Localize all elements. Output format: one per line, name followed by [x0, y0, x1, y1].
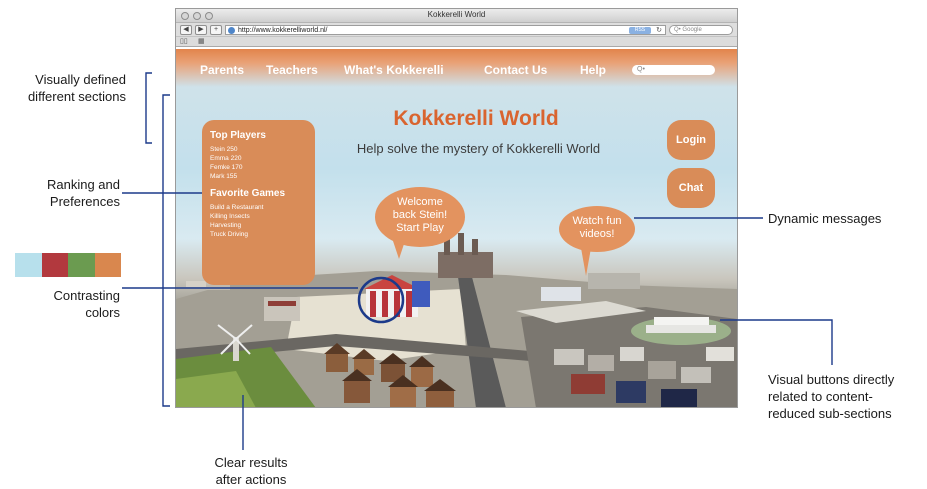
site-tagline: Help solve the mystery of Kokkerelli Wor…: [356, 141, 601, 156]
bookmarks-book-icon[interactable]: ▯▯: [180, 38, 188, 45]
annotation-ranking-line2: Preferences: [49, 194, 120, 209]
address-bar[interactable]: http://www.kokkerelliworld.nl/ RSS ↻: [225, 24, 666, 35]
annotation-visual-buttons-line1: Visual buttons directly: [768, 372, 895, 387]
annotation-ranking: Ranking and Preferences: [2, 176, 120, 210]
nav-whats-kokkerelli[interactable]: What's Kokkerelli: [344, 63, 444, 77]
browser-window: Kokkerelli World ◀ ▶ + http://www.kokker…: [175, 8, 738, 408]
annotation-clear-results-line2: after actions: [215, 472, 287, 487]
player-item[interactable]: Emma 220: [210, 154, 308, 163]
game-item[interactable]: Harvesting: [210, 221, 308, 230]
nav-contact-us[interactable]: Contact Us: [484, 63, 547, 77]
annotation-contrast-line1: Contrasting: [53, 288, 120, 303]
player-item[interactable]: Femke 170: [210, 163, 308, 172]
forward-button[interactable]: ▶: [195, 24, 207, 35]
site-title: Kokkerelli World: [393, 107, 559, 130]
top-navigation: Parents Teachers What's Kokkerelli Conta…: [176, 59, 737, 79]
nav-parents[interactable]: Parents: [200, 63, 244, 77]
annotation-dynamic-messages: Dynamic messages: [768, 210, 881, 227]
bookmarks-grid-icon[interactable]: ▦: [198, 38, 205, 45]
welcome-line1: Welcome: [397, 196, 443, 208]
welcome-line2: back Stein!: [392, 209, 448, 221]
swatch-green: [68, 253, 95, 277]
rss-badge[interactable]: RSS: [629, 26, 651, 34]
annotation-contrast-line2: colors: [85, 305, 120, 320]
nav-teachers[interactable]: Teachers: [266, 63, 318, 77]
globe-icon: [228, 26, 235, 34]
swatch-light-blue: [15, 253, 42, 277]
kokkerelli-page: Parents Teachers What's Kokkerelli Conta…: [176, 49, 737, 407]
bracket-body: [162, 94, 170, 407]
swatch-red: [41, 253, 68, 277]
add-bookmark-button[interactable]: +: [210, 24, 222, 35]
bracket-nav: [145, 72, 152, 144]
welcome-line3: Start Play: [396, 222, 444, 234]
nav-help[interactable]: Help: [580, 63, 606, 77]
videos-bubble[interactable]: Watch fun videos!: [559, 206, 635, 276]
annotation-clear-results: Clear results after actions: [195, 454, 307, 488]
videos-line2: videos!: [579, 228, 615, 240]
reload-icon[interactable]: ↻: [656, 26, 662, 35]
browser-titlebar: Kokkerelli World: [176, 9, 737, 23]
annotation-dynamic-messages-text: Dynamic messages: [768, 211, 882, 226]
annotation-visual-buttons: Visual buttons directly related to conte…: [768, 371, 894, 422]
annotation-contrast: Contrasting colors: [2, 287, 120, 321]
top-players-heading: Top Players: [210, 130, 266, 141]
player-item[interactable]: Mark 155: [210, 172, 308, 181]
site-search-input[interactable]: Q•: [632, 65, 715, 75]
left-building: [264, 297, 300, 321]
game-item[interactable]: Killing Insects: [210, 212, 308, 221]
browser-toolbar: ◀ ▶ + http://www.kokkerelliworld.nl/ RSS…: [176, 23, 737, 37]
annotation-visual-buttons-line3: reduced sub-sections: [768, 406, 892, 421]
window-title: Kokkerelli World: [427, 10, 486, 19]
bubble-tail: [393, 241, 405, 259]
welcome-bubble[interactable]: Welcome back Stein! Start Play: [375, 187, 465, 259]
back-button[interactable]: ◀: [180, 24, 192, 35]
address-url: http://www.kokkerelliworld.nl/: [238, 26, 328, 34]
campus-building: [631, 317, 731, 345]
login-button[interactable]: Login: [667, 120, 715, 160]
player-item[interactable]: Stein 250: [210, 145, 308, 154]
contrasting-color-swatches: [15, 253, 121, 277]
game-item[interactable]: Truck Driving: [210, 230, 308, 239]
videos-line1: Watch fun: [572, 215, 622, 227]
bookmarks-bar: ▯▯ ▦: [176, 37, 737, 47]
browser-search-field[interactable]: Q• Google: [669, 24, 733, 35]
ranking-panel: Top Players Stein 250 Emma 220 Femke 170…: [202, 120, 315, 285]
annotation-ranking-line1: Ranking and: [47, 177, 120, 192]
annotation-visual-buttons-line2: related to content-: [768, 389, 873, 404]
swatch-orange: [94, 253, 121, 277]
chat-button[interactable]: Chat: [667, 168, 715, 208]
annotation-sections: Visually defined different sections: [2, 71, 126, 105]
annotation-sections-line1: Visually defined: [35, 72, 126, 87]
favorite-games-heading: Favorite Games: [210, 188, 286, 199]
game-item[interactable]: Build a Restaurant: [210, 203, 308, 212]
annotation-clear-results-line1: Clear results: [214, 455, 288, 470]
annotation-sections-line2: different sections: [27, 89, 126, 104]
bubble-tail: [581, 248, 591, 276]
